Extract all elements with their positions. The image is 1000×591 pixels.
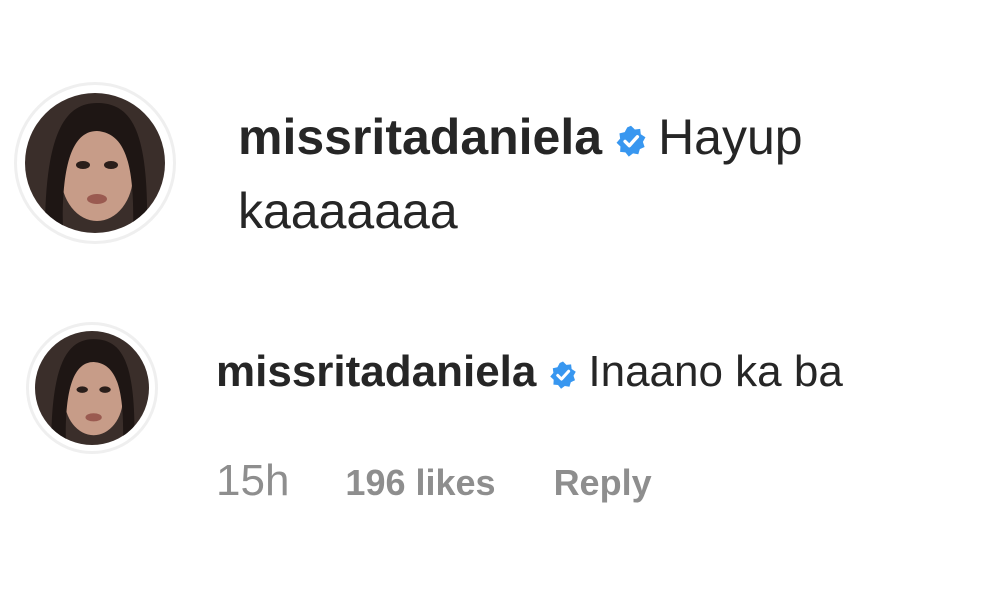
comment-body: missritadaniela Inaano ka ba 15h 196 like… <box>216 342 976 506</box>
avatar-photo <box>35 331 149 445</box>
comment-text: Inaano ka ba <box>588 347 843 396</box>
comment-text-block: missritadaniela Inaano ka ba <box>216 342 976 406</box>
comment-text-block: missritadaniela Hayup kaaaaaaa <box>238 102 958 246</box>
comment-body: missritadaniela Hayup kaaaaaaa <box>238 102 958 246</box>
avatar-photo <box>25 93 165 233</box>
comment-timestamp[interactable]: 15h <box>216 456 289 506</box>
likes-count-button[interactable]: 196 likes <box>345 462 495 504</box>
avatar[interactable] <box>14 82 176 244</box>
verified-badge-icon <box>614 106 648 176</box>
comment-item: missritadaniela Hayup kaaaaaaa <box>14 82 974 246</box>
comment-meta: 15h 196 likes Reply <box>216 456 976 506</box>
verified-badge-icon <box>548 346 578 406</box>
username-link[interactable]: missritadaniela <box>238 109 602 165</box>
avatar[interactable] <box>26 322 158 454</box>
comment-item: missritadaniela Inaano ka ba 15h 196 like… <box>26 322 986 506</box>
username-link[interactable]: missritadaniela <box>216 347 536 396</box>
reply-button[interactable]: Reply <box>554 462 652 504</box>
